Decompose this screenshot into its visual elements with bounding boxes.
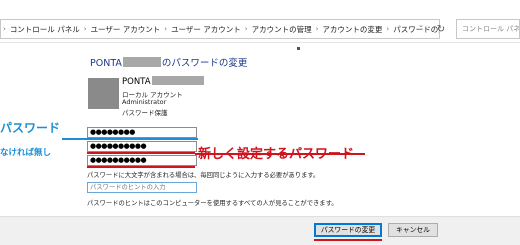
- address-bar: › コントロール パネル › ユーザー アカウント › ユーザー アカウント ›…: [0, 15, 520, 43]
- chevron-right-icon: ›: [386, 25, 390, 33]
- annotation-underline-blue: [62, 138, 198, 140]
- page-title: PONTA のパスワードの変更: [90, 55, 247, 69]
- cancel-button[interactable]: キャンセル: [388, 223, 438, 237]
- redaction-mask: [122, 57, 161, 67]
- account-protection: パスワード保護: [122, 109, 168, 117]
- search-input[interactable]: コントロール パネルの検索: [456, 19, 520, 39]
- annotation-underline-red: [314, 239, 382, 241]
- password-hint-input[interactable]: パスワードのヒントの入力: [87, 182, 197, 193]
- annotation-underline-red: [87, 152, 195, 154]
- change-password-button[interactable]: パスワードの変更: [314, 223, 382, 237]
- chevron-right-icon: ›: [164, 25, 168, 33]
- avatar: [88, 78, 119, 109]
- chevron-right-icon: ›: [244, 25, 248, 33]
- breadcrumb[interactable]: › コントロール パネル › ユーザー アカウント › ユーザー アカウント ›…: [0, 19, 440, 39]
- breadcrumb-item[interactable]: ユーザー アカウント: [171, 24, 241, 35]
- breadcrumb-item[interactable]: アカウントの変更: [322, 24, 382, 35]
- new-password-field[interactable]: ●●●●●●●●●●: [87, 141, 197, 152]
- annotation-current-password: パスワード: [0, 121, 61, 135]
- title-prefix: PONTA: [90, 58, 122, 69]
- breadcrumb-item[interactable]: ユーザー アカウント: [91, 24, 161, 35]
- chevron-right-icon: ›: [83, 25, 87, 33]
- decorative-dot: [297, 47, 300, 50]
- redaction-mask: [151, 76, 204, 85]
- chevron-right-icon: ›: [3, 25, 6, 33]
- refresh-icon[interactable]: ↻: [434, 23, 448, 37]
- breadcrumb-item[interactable]: コントロール パネル: [10, 24, 80, 35]
- annotation-underline-red: [87, 166, 195, 168]
- annotation-new-password: 新しく設定するパスワード: [198, 147, 355, 162]
- current-password-field[interactable]: ●●●●●●●●: [87, 127, 197, 138]
- hint-note: パスワードのヒントはこのコンピューターを使用するすべての人が見ることができます。: [87, 200, 338, 207]
- chevron-right-icon: ›: [315, 25, 319, 33]
- chevron-down-icon[interactable]: ⌄: [414, 19, 428, 31]
- account-role: Administrator: [122, 98, 167, 106]
- case-note: パスワードに大文字が含まれる場合は、毎回同じように入力する必要があります。: [87, 172, 320, 179]
- confirm-password-field[interactable]: ●●●●●●●●●●: [87, 155, 197, 166]
- user-name-text: PONTA: [122, 77, 151, 87]
- annotation-optional-note: なければ無し: [0, 148, 52, 158]
- title-suffix: のパスワードの変更: [161, 58, 248, 69]
- breadcrumb-item[interactable]: アカウントの管理: [252, 24, 312, 35]
- button-bar: [0, 216, 520, 245]
- user-name: PONTA: [122, 76, 205, 87]
